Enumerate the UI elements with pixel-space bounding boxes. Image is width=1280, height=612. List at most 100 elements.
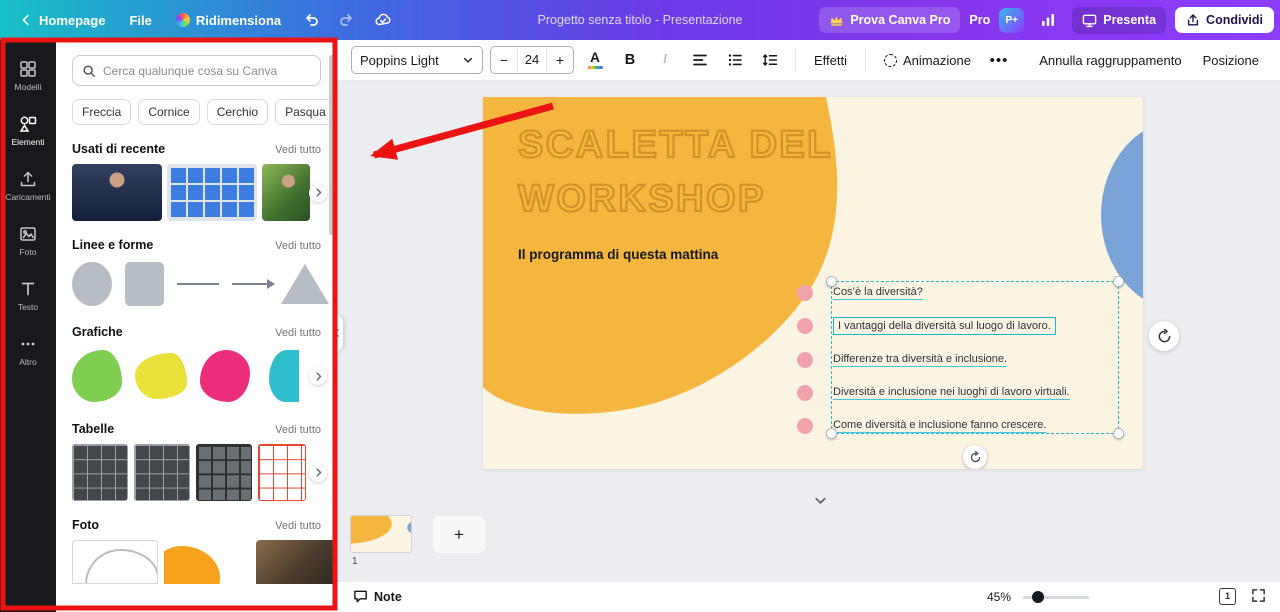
templates-icon	[19, 60, 37, 78]
zoom-slider-handle[interactable]	[1032, 591, 1044, 603]
sidebar-item-testo[interactable]: Testo	[0, 268, 56, 323]
list-button[interactable]	[721, 46, 749, 74]
presentation-icon	[1082, 13, 1097, 28]
recent-thumbnail-person[interactable]	[262, 164, 310, 221]
graphics-scroll-right-icon[interactable]	[309, 367, 327, 385]
selection-handle-sw[interactable]	[826, 428, 837, 439]
more-options-button[interactable]: •••	[985, 46, 1013, 74]
collapse-panel-chevron[interactable]	[813, 493, 828, 513]
alignment-button[interactable]	[686, 46, 714, 74]
search-input[interactable]	[103, 64, 311, 78]
font-size-stepper: − 24 +	[490, 46, 574, 74]
insights-button[interactable]	[1033, 5, 1063, 35]
chip-cornice[interactable]: Cornice	[138, 99, 199, 125]
see-all-recent[interactable]: Vedi tutto	[275, 144, 321, 156]
selection-handle-ne[interactable]	[1113, 276, 1124, 287]
recent-thumbnail-keyboard[interactable]	[167, 164, 257, 221]
sidebar-item-foto[interactable]: Foto	[0, 213, 56, 268]
homepage-button[interactable]: Homepage	[10, 7, 114, 34]
sidebar-item-altro[interactable]: Altro	[0, 323, 56, 378]
table-template-4[interactable]	[258, 444, 306, 501]
slide-thumbnail[interactable]	[350, 515, 412, 553]
selection-handle-se[interactable]	[1113, 428, 1124, 439]
recent-scroll-right-icon[interactable]	[309, 184, 327, 202]
graphic-blob-green[interactable]	[72, 350, 122, 402]
undo-button[interactable]	[296, 5, 326, 35]
recent-thumbnail-business[interactable]	[72, 164, 162, 221]
photos-row	[72, 540, 329, 584]
slide-page[interactable]: SCALETTA DEL WORKSHOP Il programma di qu…	[483, 97, 1143, 469]
section-title-tables: Tabelle	[72, 422, 114, 436]
crown-icon	[829, 14, 844, 27]
photo-thumbnail-3[interactable]	[256, 540, 337, 584]
shape-triangle[interactable]	[281, 264, 329, 304]
see-all-tables[interactable]: Vedi tutto	[275, 424, 321, 436]
canvas-area[interactable]: SCALETTA DEL WORKSHOP Il programma di qu…	[337, 81, 1280, 612]
font-size-value[interactable]: 24	[517, 47, 547, 73]
animate-button[interactable]: Animazione	[877, 47, 978, 74]
font-size-decrease-button[interactable]: −	[491, 47, 517, 73]
sidebar-label: Caricamenti	[5, 192, 50, 202]
text-icon	[19, 280, 37, 298]
condividi-label: Condividi	[1206, 13, 1263, 27]
slide-subtitle[interactable]: Il programma di questa mattina	[518, 247, 718, 262]
more-icon	[19, 335, 37, 353]
tables-scroll-right-icon[interactable]	[309, 464, 327, 482]
shape-arrow[interactable]	[232, 283, 268, 285]
pages-view-button[interactable]: 1	[1219, 588, 1236, 605]
sidebar-item-modelli[interactable]: Modelli	[0, 48, 56, 103]
presenta-button[interactable]: Presenta	[1072, 7, 1166, 34]
slide-title[interactable]: SCALETTA DEL WORKSHOP	[518, 119, 833, 227]
avatar[interactable]: P+	[999, 8, 1024, 33]
notes-button[interactable]: Note	[353, 589, 402, 604]
table-template-3[interactable]	[196, 444, 252, 501]
effects-button[interactable]: Effetti	[807, 47, 854, 74]
bold-button[interactable]: B	[616, 46, 644, 74]
graphic-blob-pink[interactable]	[200, 350, 250, 402]
see-all-graphics[interactable]: Vedi tutto	[275, 327, 321, 339]
redo-button[interactable]	[332, 5, 362, 35]
see-all-photos[interactable]: Vedi tutto	[275, 520, 321, 532]
sidebar-item-caricamenti[interactable]: Caricamenti	[0, 158, 56, 213]
table-template-1[interactable]	[72, 444, 128, 501]
graphic-blob-yellow[interactable]	[135, 353, 187, 399]
search-box[interactable]	[72, 55, 321, 86]
chip-freccia[interactable]: Freccia	[72, 99, 131, 125]
file-menu-button[interactable]: File	[120, 7, 160, 34]
ungroup-button[interactable]: Annulla raggruppamento	[1032, 47, 1188, 74]
condividi-button[interactable]: Condividi	[1175, 7, 1274, 33]
shape-circle[interactable]	[72, 262, 112, 306]
photo-thumbnail-1[interactable]	[72, 540, 158, 584]
panel-collapse-button[interactable]	[330, 314, 343, 352]
chip-pasqua[interactable]: Pasqua	[275, 99, 336, 125]
sidebar-item-elementi[interactable]: Elementi	[0, 103, 56, 158]
position-button[interactable]: Posizione	[1196, 47, 1266, 74]
zoom-slider[interactable]	[1023, 596, 1089, 599]
add-page-button[interactable]: +	[433, 516, 485, 553]
try-pro-button[interactable]: Prova Canva Pro	[819, 7, 960, 33]
shape-line[interactable]	[177, 283, 219, 285]
chip-cerchio[interactable]: Cerchio	[207, 99, 268, 125]
resize-button[interactable]: Ridimensiona	[167, 7, 290, 34]
font-size-increase-button[interactable]: +	[547, 47, 573, 73]
graphic-blob-teal[interactable]	[269, 350, 299, 402]
italic-button[interactable]: I	[651, 46, 679, 74]
bullet-dot	[797, 352, 813, 368]
shuffle-colors-button[interactable]	[1149, 321, 1179, 351]
table-template-2[interactable]	[134, 444, 190, 501]
spacing-button[interactable]	[756, 46, 784, 74]
toolbar-divider	[795, 48, 796, 72]
selection-handle-nw[interactable]	[826, 276, 837, 287]
panel-scrollbar[interactable]	[329, 55, 334, 235]
selection-bounding-box[interactable]	[831, 281, 1119, 434]
text-color-button[interactable]: A	[581, 46, 609, 74]
fullscreen-button[interactable]	[1251, 588, 1266, 606]
photo-thumbnail-2[interactable]	[164, 540, 250, 584]
font-family-select[interactable]: Poppins Light	[351, 46, 483, 74]
rotate-handle[interactable]	[963, 445, 987, 469]
see-all-lines[interactable]: Vedi tutto	[275, 240, 321, 252]
refresh-icon	[1157, 329, 1172, 344]
document-title[interactable]: Progetto senza titolo - Presentazione	[538, 13, 743, 27]
zoom-value[interactable]: 45%	[987, 590, 1011, 604]
shape-square[interactable]	[125, 262, 165, 306]
